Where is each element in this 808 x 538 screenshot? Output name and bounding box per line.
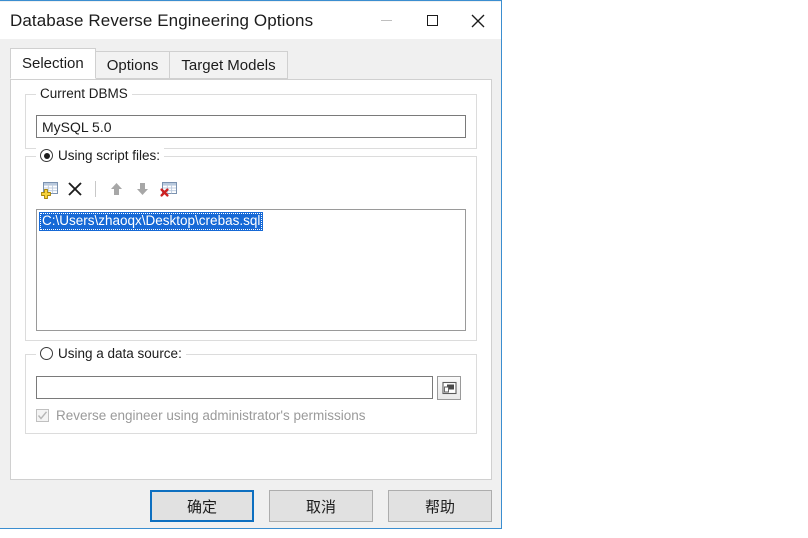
close-icon [471,14,485,27]
script-files-toolbar [36,177,456,201]
dialog-button-row: 确定 取消 帮助 [0,490,501,530]
move-up-button[interactable] [103,177,129,201]
checkmark-icon [37,411,48,420]
move-down-button[interactable] [129,177,155,201]
maximize-button[interactable] [409,2,455,39]
add-script-file-button[interactable] [36,177,62,201]
list-item[interactable]: C:\Users\zhaoqx\Desktop\crebas.sql [39,212,264,231]
window-title: Database Reverse Engineering Options [10,11,314,30]
toolbar-separator [95,181,96,197]
radio-using-data-source[interactable] [40,347,53,360]
tab-selection-label: Selection [22,55,84,72]
ok-button-label: 确定 [186,498,217,516]
admin-permissions-row[interactable]: Reverse engineer using administrator's p… [36,408,365,423]
radio-using-script-files-label: Using script files: [58,148,161,163]
delete-script-file-button[interactable] [62,177,88,201]
dialog-window: Database Reverse Engineering Options Sel… [0,0,502,529]
help-button[interactable]: 帮助 [388,490,492,522]
admin-permissions-label: Reverse engineer using administrator's p… [56,408,366,423]
maximize-icon [426,15,438,26]
admin-permissions-checkbox[interactable] [36,409,49,422]
close-button[interactable] [455,2,501,39]
data-source-field[interactable] [36,376,433,399]
ok-button[interactable]: 确定 [150,490,254,522]
tab-strip: Selection Options Target Models [10,48,492,79]
radio-using-script-files[interactable] [40,149,53,162]
remove-all-button[interactable] [155,177,181,201]
script-files-list[interactable]: C:\Users\zhaoqx\Desktop\crebas.sql [36,209,466,331]
group-using-script-files-legend: Using script files: [36,148,165,163]
group-current-dbms-legend: Current DBMS [36,86,132,101]
current-dbms-value: MySQL 5.0 [42,118,112,135]
tab-target-models[interactable]: Target Models [169,51,288,79]
move-up-icon [110,183,122,195]
cancel-button[interactable]: 取消 [269,490,373,522]
add-script-file-icon [40,181,58,199]
current-dbms-field[interactable]: MySQL 5.0 [36,115,466,138]
move-down-icon [136,183,148,195]
cancel-button-label: 取消 [305,498,336,516]
delete-icon [68,182,82,196]
title-bar[interactable]: Database Reverse Engineering Options [0,2,501,39]
minimize-button[interactable] [363,2,409,39]
remove-all-icon [159,181,177,197]
screen: Database Reverse Engineering Options Sel… [0,0,808,538]
tab-options-label: Options [106,56,159,74]
database-browse-icon [441,381,457,394]
radio-using-data-source-label: Using a data source: [58,346,182,361]
tab-target-models-label: Target Models [181,56,276,74]
tab-selection[interactable]: Selection [10,48,96,79]
minimize-icon [380,20,392,21]
window-controls [363,2,501,39]
tab-options[interactable]: Options [94,51,171,79]
help-button-label: 帮助 [424,498,455,516]
data-source-browse-button[interactable] [437,376,461,400]
group-using-data-source-legend: Using a data source: [36,346,186,361]
